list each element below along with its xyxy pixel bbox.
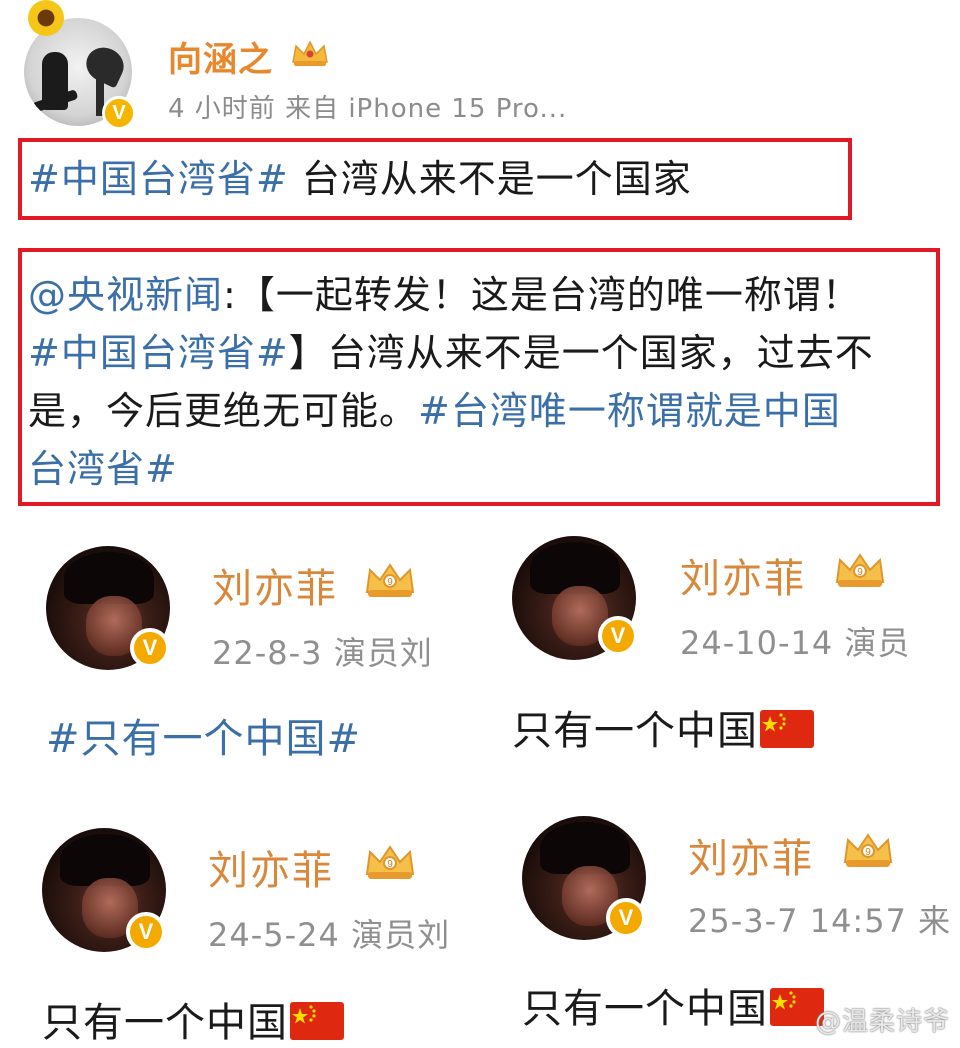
crown-level: 9 bbox=[387, 859, 393, 870]
topic-link[interactable]: #只有一个中国# bbox=[46, 716, 361, 762]
repost-seg3: 是，今后更绝无可能。 bbox=[28, 389, 419, 433]
repost-text: @央视新闻:【一起转发！这是台湾的唯一称谓！ #中国台湾省#】台湾从来不是一个国… bbox=[28, 266, 940, 498]
china-flag-icon bbox=[760, 710, 814, 748]
topic-link[interactable]: 台湾省# bbox=[28, 447, 178, 491]
topic-link[interactable]: #台湾唯一称谓就是中国 bbox=[418, 389, 841, 433]
verified-badge-icon: V bbox=[126, 912, 166, 952]
watermark: @温柔诗爷 bbox=[814, 1007, 950, 1037]
china-flag-icon bbox=[290, 1002, 344, 1040]
mention-link[interactable]: @央视新闻 bbox=[28, 273, 223, 317]
post-meta: 4 小时前 来自 iPhone 15 Pro... bbox=[168, 94, 568, 124]
topic-link[interactable]: #中国台湾省# bbox=[28, 331, 289, 375]
crown-level-icon: 9 bbox=[835, 553, 885, 587]
verified-badge-icon: V bbox=[606, 898, 646, 938]
post-text: 只有一个中国 bbox=[512, 708, 758, 754]
crown-icon bbox=[292, 40, 328, 66]
post-meta: 25-3-7 14:57 来 bbox=[688, 902, 952, 940]
post-meta: 22-8-3 演员刘 bbox=[212, 634, 433, 672]
verified-badge-icon: V bbox=[102, 96, 136, 130]
verified-badge-icon: V bbox=[130, 628, 170, 668]
post-content: 只有一个中国 bbox=[42, 990, 344, 1048]
crown-level: 9 bbox=[865, 847, 871, 858]
user-name[interactable]: 刘亦菲 bbox=[212, 556, 338, 614]
author-name[interactable]: 向涵之 bbox=[168, 32, 273, 81]
post-text: #中国台湾省# 台湾从来不是一个国家 bbox=[28, 150, 692, 208]
post-text: 只有一个中国 bbox=[42, 1000, 288, 1046]
repost-seg2: 】台湾从来不是一个国家，过去不 bbox=[288, 331, 874, 375]
post-text-body: 台湾从来不是一个国家 bbox=[288, 157, 692, 201]
crown-level: 9 bbox=[387, 577, 393, 588]
crown-level-icon: 9 bbox=[843, 833, 893, 867]
user-name[interactable]: 刘亦菲 bbox=[680, 546, 806, 604]
post-content: 只有一个中国 bbox=[512, 698, 814, 756]
user-name[interactable]: 刘亦菲 bbox=[208, 838, 334, 896]
sunflower-icon bbox=[28, 0, 64, 36]
post-meta: 24-10-14 演员 bbox=[680, 624, 911, 662]
crown-level: 9 bbox=[857, 567, 863, 578]
post-meta: 24-5-24 演员刘 bbox=[208, 916, 451, 954]
post-text: 只有一个中国 bbox=[522, 986, 768, 1032]
post-content: 只有一个中国 bbox=[522, 976, 824, 1034]
user-name[interactable]: 刘亦菲 bbox=[688, 826, 814, 884]
topic-link[interactable]: #中国台湾省# bbox=[28, 157, 289, 201]
crown-level-icon: 9 bbox=[365, 845, 415, 879]
repost-seg1: :【一起转发！这是台湾的唯一称谓！ bbox=[223, 273, 861, 317]
verified-badge-icon: V bbox=[598, 616, 638, 656]
post-content: #只有一个中国# bbox=[46, 706, 361, 764]
crown-level-icon: 9 bbox=[365, 563, 415, 597]
